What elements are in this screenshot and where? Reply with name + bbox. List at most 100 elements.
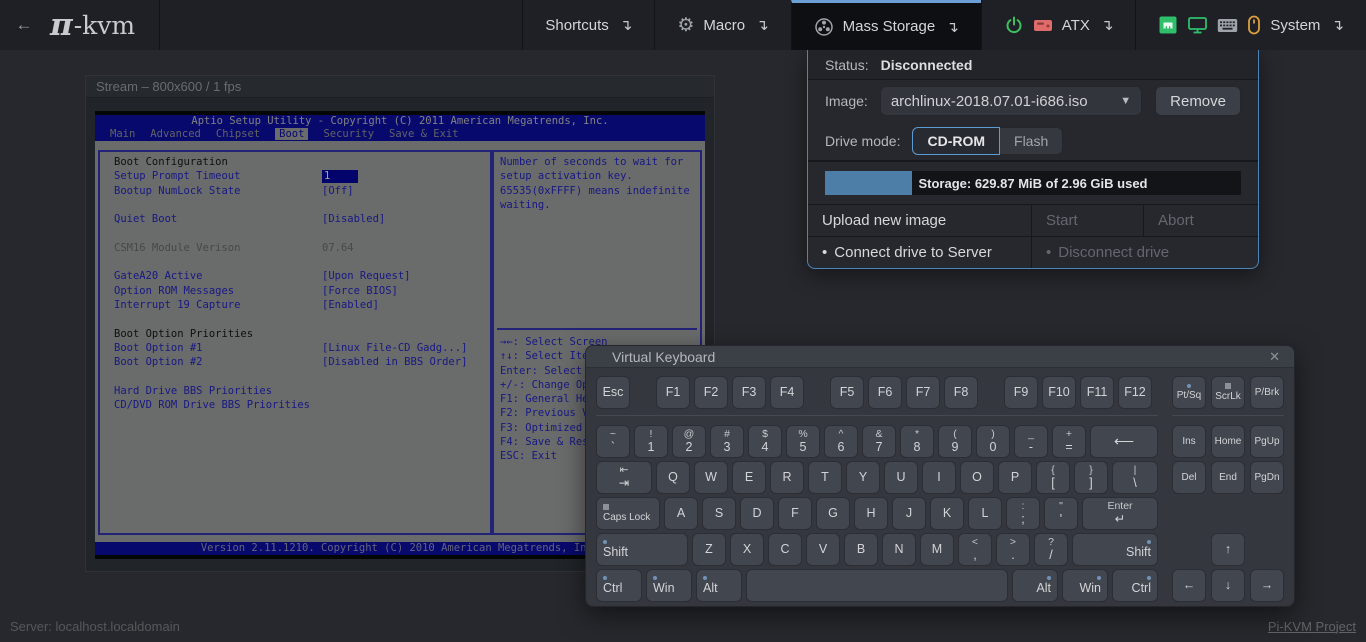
key-7[interactable]: &7 — [862, 425, 896, 458]
key-f9[interactable]: F9 — [1004, 376, 1038, 409]
key-tab[interactable]: ⇤⇥ — [596, 461, 652, 494]
key-alt-left[interactable]: Alt — [696, 569, 742, 602]
key-arrow-right[interactable]: → — [1250, 569, 1284, 602]
upload-new-image-button[interactable]: Upload new image — [808, 205, 1031, 236]
key-pgup[interactable]: PgUp — [1250, 425, 1284, 458]
key-ctrl-left[interactable]: Ctrl — [596, 569, 642, 602]
key-esc[interactable]: Esc — [596, 376, 630, 409]
key-5[interactable]: %5 — [786, 425, 820, 458]
key-u[interactable]: U — [884, 461, 918, 494]
key-backspace[interactable]: ⟵ — [1090, 425, 1158, 458]
key-0[interactable]: )0 — [976, 425, 1010, 458]
menu-button-macro[interactable]: ⚙ Macro ↴ — [654, 0, 790, 50]
key-f2[interactable]: F2 — [694, 376, 728, 409]
key-j[interactable]: J — [892, 497, 926, 530]
key-p[interactable]: P — [998, 461, 1032, 494]
key-f4[interactable]: F4 — [770, 376, 804, 409]
drive-mode-cdrom-button[interactable]: CD-ROM — [912, 127, 1000, 155]
key-win-right[interactable]: Win — [1062, 569, 1108, 602]
key-k[interactable]: K — [930, 497, 964, 530]
key-home[interactable]: Home — [1211, 425, 1245, 458]
key-c[interactable]: C — [768, 533, 802, 566]
key-3[interactable]: #3 — [710, 425, 744, 458]
key-comma[interactable]: <, — [958, 533, 992, 566]
connect-drive-button[interactable]: • Connect drive to Server — [808, 237, 1031, 268]
key-slash[interactable]: ?/ — [1034, 533, 1068, 566]
key-4[interactable]: $4 — [748, 425, 782, 458]
image-select[interactable]: archlinux-2018.07.01-i686.iso ▼ — [880, 86, 1142, 116]
key-caps-lock[interactable]: Caps Lock — [596, 497, 660, 530]
key-d[interactable]: D — [740, 497, 774, 530]
key-f6[interactable]: F6 — [868, 376, 902, 409]
menu-button-shortcuts[interactable]: Shortcuts ↴ — [522, 0, 654, 50]
key-pause-break[interactable]: P/Brk — [1250, 376, 1284, 409]
key-1[interactable]: !1 — [634, 425, 668, 458]
key-n[interactable]: N — [882, 533, 916, 566]
key-del[interactable]: Del — [1172, 461, 1206, 494]
key-m[interactable]: M — [920, 533, 954, 566]
key-h[interactable]: H — [854, 497, 888, 530]
key-equals[interactable]: += — [1052, 425, 1086, 458]
back-button[interactable]: ← — [0, 0, 48, 50]
key-l[interactable]: L — [968, 497, 1002, 530]
key-2[interactable]: @2 — [672, 425, 706, 458]
menu-button-mass-storage[interactable]: Mass Storage ↴ — [791, 0, 981, 50]
key-x[interactable]: X — [730, 533, 764, 566]
key-o[interactable]: O — [960, 461, 994, 494]
key-f11[interactable]: F11 — [1080, 376, 1114, 409]
key-q[interactable]: Q — [656, 461, 690, 494]
key-shift-right[interactable]: Shift — [1072, 533, 1158, 566]
key-arrow-down[interactable]: ↓ — [1211, 569, 1245, 602]
key-y[interactable]: Y — [846, 461, 880, 494]
key-i[interactable]: I — [922, 461, 956, 494]
key-bracket-left[interactable]: {[ — [1036, 461, 1070, 494]
key-arrow-up[interactable]: ↑ — [1211, 533, 1245, 566]
key-f3[interactable]: F3 — [732, 376, 766, 409]
key-f12[interactable]: F12 — [1118, 376, 1152, 409]
key-f5[interactable]: F5 — [830, 376, 864, 409]
key-f10[interactable]: F10 — [1042, 376, 1076, 409]
key-z[interactable]: Z — [692, 533, 726, 566]
key-ins[interactable]: Ins — [1172, 425, 1206, 458]
key-g[interactable]: G — [816, 497, 850, 530]
key-v[interactable]: V — [806, 533, 840, 566]
key-e[interactable]: E — [732, 461, 766, 494]
key-quote[interactable]: "' — [1044, 497, 1078, 530]
key-8[interactable]: *8 — [900, 425, 934, 458]
close-icon[interactable]: ✕ — [1269, 349, 1280, 365]
key-s[interactable]: S — [702, 497, 736, 530]
keyboard-titlebar[interactable]: Virtual Keyboard ✕ — [586, 346, 1294, 368]
key-enter[interactable]: Enter↵ — [1082, 497, 1158, 530]
key-minus[interactable]: _- — [1014, 425, 1048, 458]
key-arrow-left[interactable]: ← — [1172, 569, 1206, 602]
key-6[interactable]: ^6 — [824, 425, 858, 458]
key-b[interactable]: B — [844, 533, 878, 566]
key-pgdn[interactable]: PgDn — [1250, 461, 1284, 494]
key-print-screen[interactable]: Pt/Sq — [1172, 376, 1206, 409]
key-space[interactable] — [746, 569, 1008, 602]
key-scroll-lock[interactable]: ScrLk — [1211, 376, 1245, 409]
key-end[interactable]: End — [1211, 461, 1245, 494]
key-t[interactable]: T — [808, 461, 842, 494]
key-semicolon[interactable]: :; — [1006, 497, 1040, 530]
key-w[interactable]: W — [694, 461, 728, 494]
key-a[interactable]: A — [664, 497, 698, 530]
key-win-left[interactable]: Win — [646, 569, 692, 602]
key-f8[interactable]: F8 — [944, 376, 978, 409]
key-backslash[interactable]: |\ — [1112, 461, 1158, 494]
key-backquote[interactable]: ~` — [596, 425, 630, 458]
key-f1[interactable]: F1 — [656, 376, 690, 409]
key-period[interactable]: >. — [996, 533, 1030, 566]
key-r[interactable]: R — [770, 461, 804, 494]
menu-button-atx[interactable]: ATX ↴ — [981, 0, 1136, 50]
key-alt-right[interactable]: Alt — [1012, 569, 1058, 602]
remove-image-button[interactable]: Remove — [1155, 86, 1241, 116]
key-shift-left[interactable]: Shift — [596, 533, 688, 566]
key-f[interactable]: F — [778, 497, 812, 530]
key-f7[interactable]: F7 — [906, 376, 940, 409]
menu-button-system[interactable]: System ↴ — [1135, 0, 1366, 50]
drive-mode-flash-button[interactable]: Flash — [1000, 127, 1063, 155]
key-bracket-right[interactable]: }] — [1074, 461, 1108, 494]
key-9[interactable]: (9 — [938, 425, 972, 458]
key-ctrl-right[interactable]: Ctrl — [1112, 569, 1158, 602]
